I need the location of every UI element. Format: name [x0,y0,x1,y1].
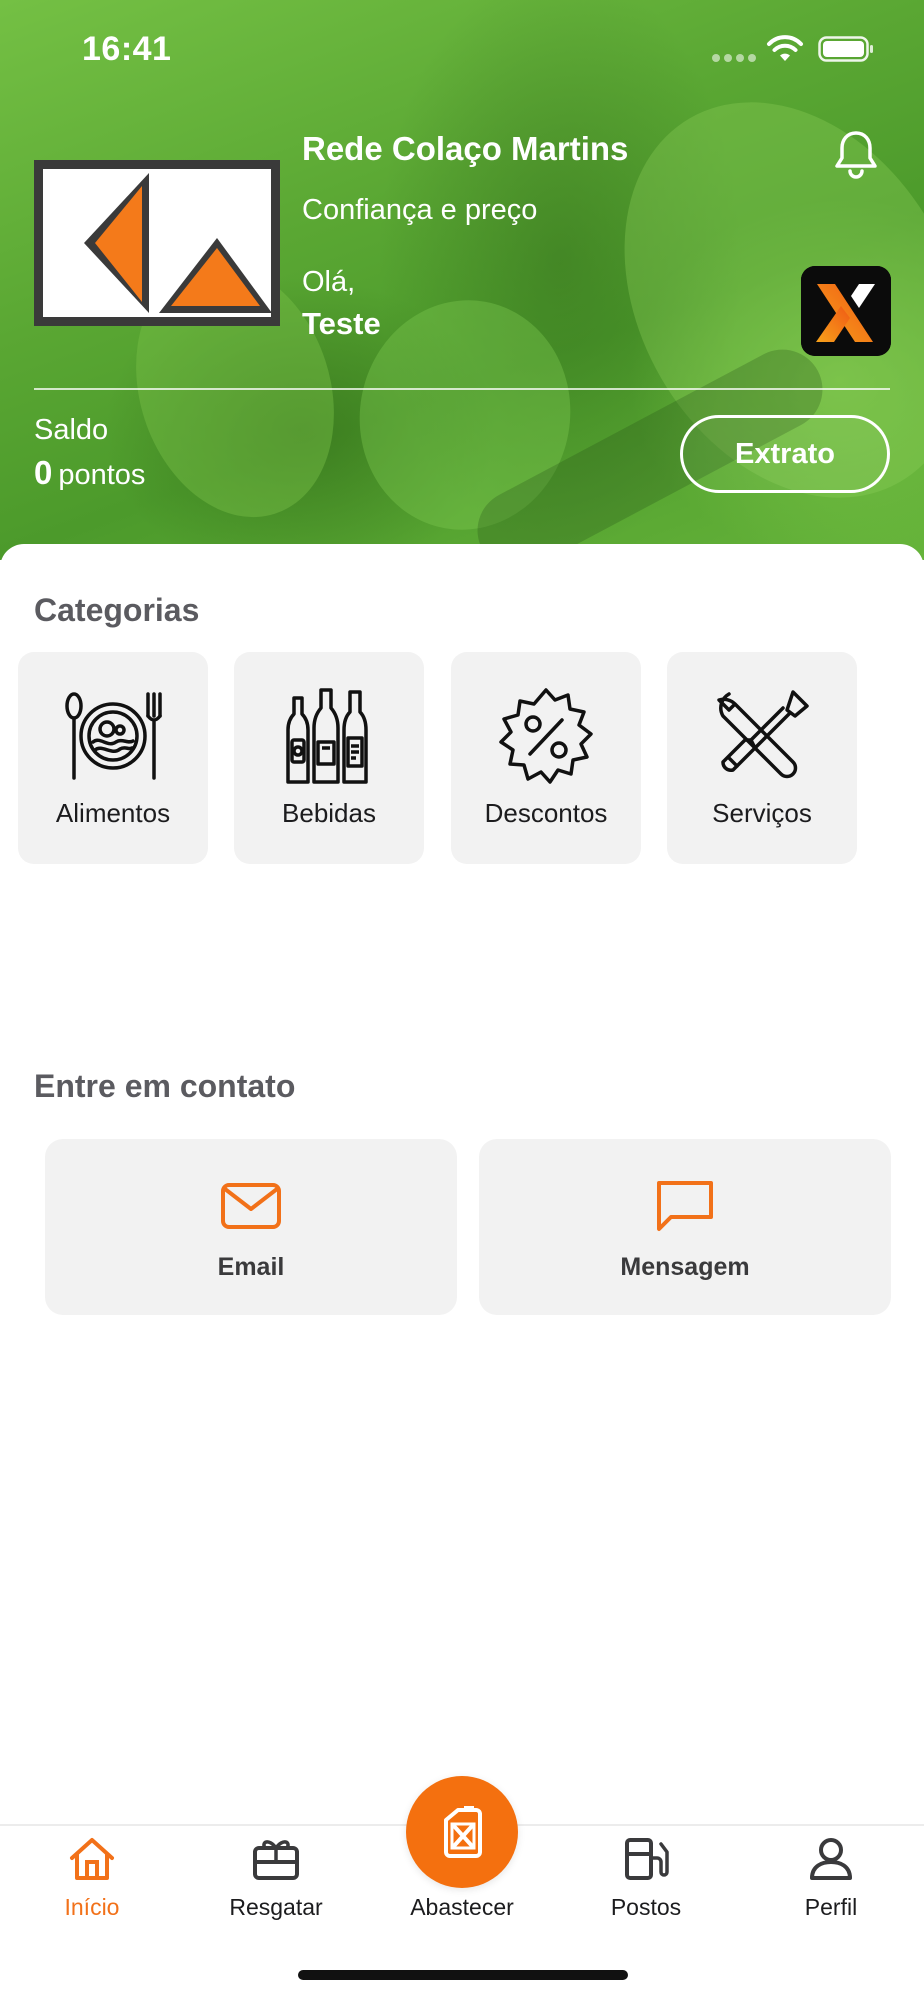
refuel-button[interactable] [406,1776,518,1888]
tab-perfil[interactable]: Perfil [756,1834,906,1924]
wifi-icon [767,35,803,61]
fuel-can-icon [444,1806,482,1858]
category-card-bebidas[interactable]: Bebidas [234,652,424,864]
brand-slogan: Confiança e preço [302,194,538,226]
x-partner-logo[interactable] [801,266,891,356]
contact-label: Email [217,1253,285,1281]
user-icon [810,1838,852,1880]
gas-station-icon [625,1838,669,1880]
contact-label: Mensagem [620,1253,750,1281]
mail-icon [221,1183,281,1229]
gift-card-icon [253,1840,299,1880]
category-card-alimentos[interactable]: Alimentos [18,652,208,864]
contact-title: Entre em contato [34,1068,296,1104]
header-divider [34,388,890,390]
contact-email-card[interactable]: Email [45,1139,457,1315]
tab-resgatar[interactable]: Resgatar [201,1834,351,1924]
kw-brand-logo [34,160,280,326]
balance-label: Saldo [34,414,109,446]
category-card-servicos[interactable]: Serviços [667,652,857,864]
status-bar: 16:41 [0,0,924,100]
status-time: 16:41 [82,30,172,68]
tab-label: Início [64,1894,120,1920]
user-name: Teste [302,306,381,341]
tab-label: Postos [610,1894,682,1920]
category-label: Descontos [484,798,608,828]
tab-label: Resgatar [229,1894,323,1920]
food-plate-icon [65,692,162,780]
balance-unit: pontos [58,459,146,491]
bell-icon[interactable] [832,128,880,180]
brand-name: Rede Colaço Martins [302,130,629,167]
tab-label: Perfil [804,1894,858,1920]
category-label: Alimentos [55,798,171,828]
category-label: Serviços [712,798,812,828]
tab-postos[interactable]: Postos [571,1834,721,1924]
contact-message-card[interactable]: Mensagem [479,1139,891,1315]
tab-inicio[interactable]: Início [17,1834,167,1924]
home-indicator[interactable] [298,1970,628,1980]
bottles-icon [286,688,368,784]
tab-abastecer-label[interactable]: Abastecer [382,1894,542,1921]
greeting-text: Olá, [302,266,356,298]
cellular-signal-icon [712,54,756,62]
categories-title: Categorias [34,592,200,628]
discount-badge-icon [499,688,593,784]
battery-icon [818,36,873,62]
statement-button[interactable]: Extrato [680,415,890,493]
home-icon [70,1838,114,1880]
chat-bubble-icon [657,1181,713,1231]
tools-icon [717,690,809,779]
category-card-descontos[interactable]: Descontos [451,652,641,864]
category-label: Bebidas [282,798,376,828]
balance-value: 0 pontos [34,454,145,492]
balance-points: 0 [34,454,53,491]
